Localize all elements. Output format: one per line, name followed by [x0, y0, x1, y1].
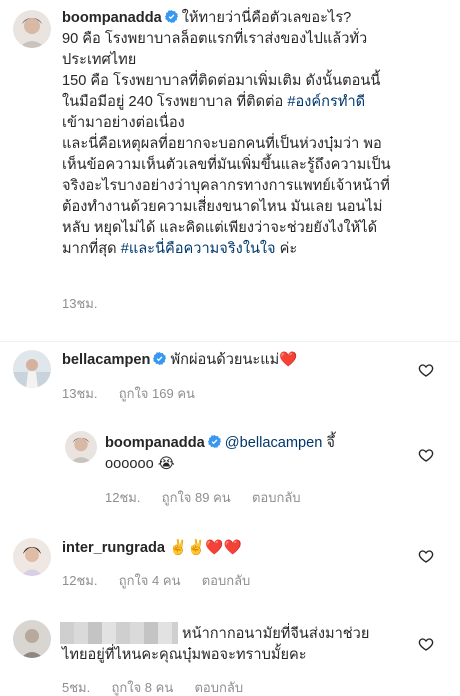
hashtag-link[interactable]: #องค์กรทำดี: [287, 94, 365, 110]
comment-body: oooooo: [105, 456, 158, 472]
avatar-redacted[interactable]: [13, 620, 51, 658]
like-button[interactable]: [418, 362, 434, 378]
comment-meta: 12ชม. ถูกใจ 4 คน ตอบกลับ: [62, 570, 250, 591]
comment-body: จึ้: [322, 435, 335, 451]
caption-line: 150 คือ โรงพยาบาลที่ติดต่อมาเพิ่มเติม ดั…: [62, 73, 381, 89]
comment-likes-link[interactable]: ถูกใจ 89 คน: [162, 490, 231, 505]
avatar-image: [13, 350, 51, 388]
caption-line: และนี่คือเหตุผลที่อยากจะบอกคนที่เป็นห่วง…: [62, 136, 382, 152]
avatar-boompanadda[interactable]: [13, 10, 51, 48]
hashtag-link[interactable]: #และนี่คือความจริงในใจ: [121, 241, 276, 257]
comment-username[interactable]: inter_rungrada: [62, 540, 165, 556]
caption-line: หลับ หยุดไม่ได้ และคิดแต่เพียงว่าจะช่วยย…: [62, 220, 378, 236]
comment-inter-rungrada: inter_rungrada ✌️✌️❤️❤️: [62, 538, 242, 559]
avatar-inter-rungrada[interactable]: [13, 538, 51, 576]
emoji-reaction: ✌️✌️❤️❤️: [169, 540, 242, 556]
caption-line: มากที่สุด: [62, 241, 121, 257]
divider: [0, 341, 460, 342]
avatar-image: [13, 10, 51, 48]
reply-button[interactable]: ตอบกลับ: [202, 573, 251, 588]
avatar-bellacampen[interactable]: [13, 350, 51, 388]
caption-line: ประเทศไทย: [62, 52, 137, 68]
like-button[interactable]: [418, 548, 434, 564]
comment-meta: 13ชม. ถูกใจ 169 คน: [62, 383, 195, 404]
heart-outline-icon: [418, 364, 434, 377]
comment-username[interactable]: boompanadda: [105, 435, 205, 451]
like-button[interactable]: [418, 636, 434, 652]
heart-outline-icon: [418, 638, 434, 651]
like-button[interactable]: [418, 447, 434, 463]
caption-line: ต้องทำงานด้วยความเสี่ยงขนาดไหน มันเลย นอ…: [62, 199, 383, 215]
reply-button[interactable]: ตอบกลับ: [194, 680, 243, 695]
avatar-boompanadda[interactable]: [65, 431, 97, 463]
avatar-image: [65, 431, 97, 463]
comment-meta: 5ชม. ถูกใจ 8 คน ตอบกลับ: [62, 677, 243, 696]
caption-line: เห็นข้อความเห็นตัวเลขที่มันเพิ่มขึ้นและร…: [62, 157, 391, 173]
caption-username[interactable]: boompanadda: [62, 10, 162, 26]
caption-line: ให้ทายว่านี่คือตัวเลขอะไร?: [181, 10, 352, 26]
comment-likes-link[interactable]: ถูกใจ 8 คน: [111, 680, 173, 695]
caption-line: จริงอะไรบางอย่างว่าบุคลากรทางการแพทย์เจ้…: [62, 178, 390, 194]
comment-timestamp: 12ชม.: [62, 573, 98, 588]
comment-username[interactable]: bellacampen: [62, 352, 150, 368]
comment-redacted-line2: ไทยอยู่ที่ไหนคะคุณบุ๋มพอจะทราบมั้ยคะ: [62, 647, 307, 663]
comment-timestamp: 13ชม.: [62, 386, 98, 401]
comment-likes-link[interactable]: ถูกใจ 4 คน: [119, 573, 181, 588]
comment-meta: 12ชม. ถูกใจ 89 คน ตอบกลับ: [105, 487, 301, 508]
heart-outline-icon: [418, 550, 434, 563]
avatar-image: [13, 620, 51, 658]
heart-emoji: ❤️: [279, 352, 298, 368]
crying-emoji: 😭: [157, 456, 175, 472]
comment-redacted-line1: หน้ากากอนามัยที่จีนส่งมาช่วย: [182, 626, 370, 642]
avatar-image: [13, 538, 51, 576]
mention-link[interactable]: @bellacampen: [225, 435, 323, 451]
comment-timestamp: 5ชม.: [62, 680, 91, 695]
caption-line: ค่ะ: [275, 241, 298, 257]
comment-body: พักผ่อนด้วยนะแม่: [170, 352, 280, 368]
reply-button[interactable]: ตอบกลับ: [252, 490, 301, 505]
verified-badge-icon: [164, 10, 178, 23]
comment-likes-link[interactable]: ถูกใจ 169 คน: [119, 386, 195, 401]
caption-timestamp: 13ชม.: [62, 296, 98, 311]
redacted-username: [60, 622, 178, 644]
caption-line: 90 คือ โรงพยาบาลล็อตแรกที่เราส่งของไปแล้…: [62, 31, 368, 47]
caption-line: เข้ามาอย่างต่อเนื่อง: [62, 115, 185, 131]
comment-bellacampen: bellacampen พักผ่อนด้วยนะแม่❤️: [62, 350, 297, 371]
verified-badge-icon: [153, 352, 167, 365]
comment-boompanadda-reply: boompanadda @bellacampen จึ้ oooooo 😭: [105, 433, 405, 475]
verified-badge-icon: [207, 435, 221, 448]
caption-line: ในมือมีอยู่ 240 โรงพยาบาล ที่ติดต่อ: [62, 94, 288, 110]
comment-timestamp: 12ชม.: [105, 490, 141, 505]
heart-outline-icon: [418, 449, 434, 462]
caption-text: boompanadda ให้ทายว่านี่คือตัวเลขอะไร? 9…: [62, 8, 452, 260]
post-caption: boompanadda ให้ทายว่านี่คือตัวเลขอะไร? 9…: [62, 8, 452, 260]
